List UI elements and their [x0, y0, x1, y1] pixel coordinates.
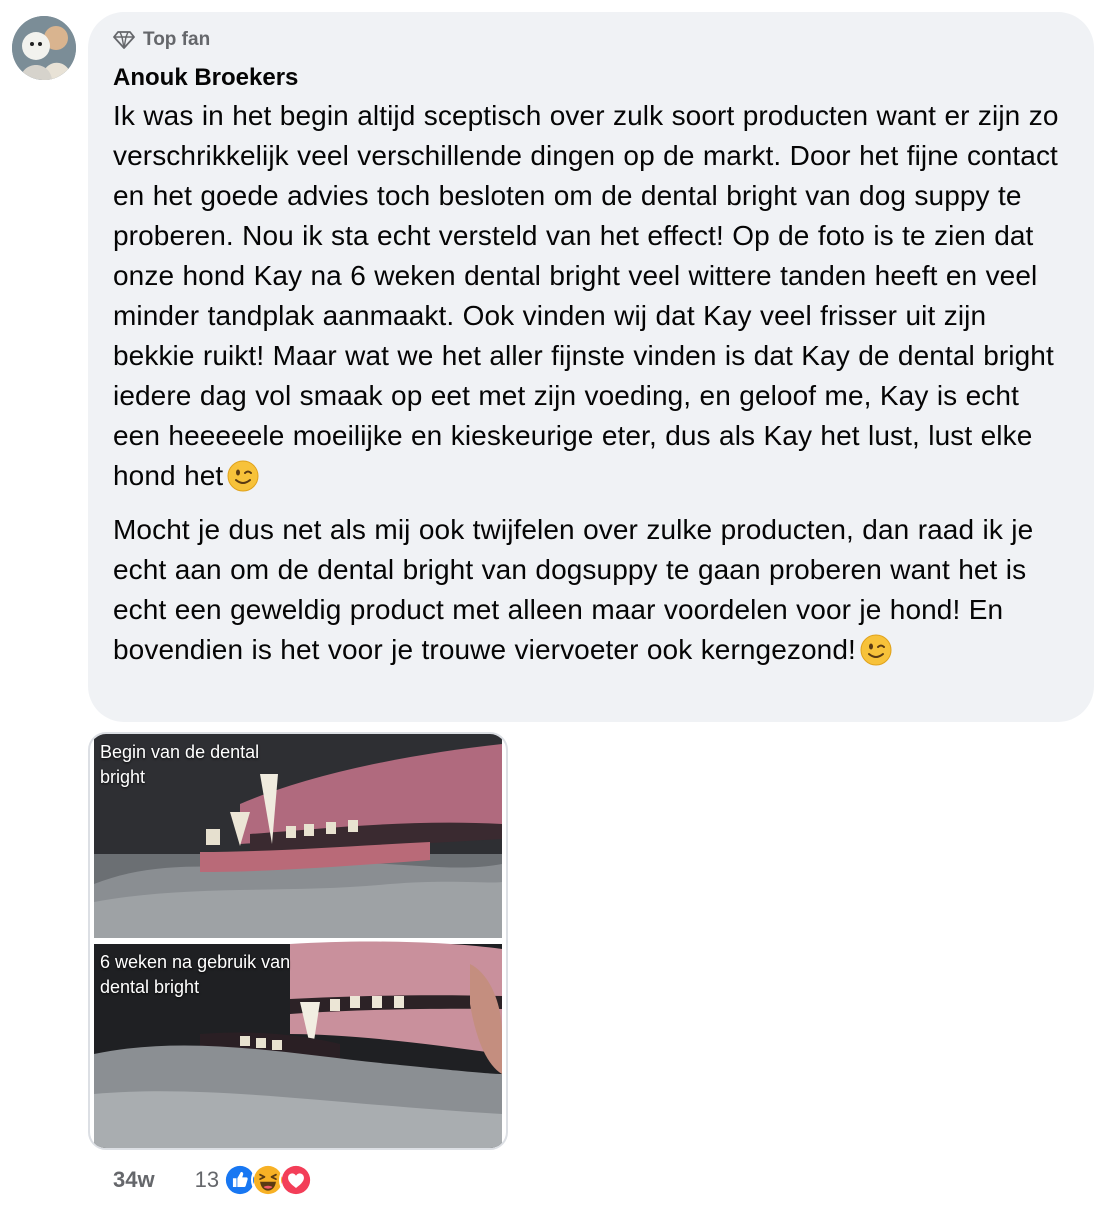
reaction-count[interactable]: 13 — [195, 1167, 219, 1193]
comment-bubble: Top fan Anouk Broekers Ik was in het beg… — [88, 12, 1094, 722]
caption-before: Begin van de dental bright — [100, 740, 259, 790]
diamond-icon — [113, 31, 135, 49]
avatar[interactable] — [12, 16, 76, 80]
reaction-icons[interactable] — [221, 1163, 314, 1197]
author-name[interactable]: Anouk Broekers — [113, 64, 1070, 92]
wink-emoji-icon — [860, 634, 892, 666]
caption-before-line1: Begin van de dental — [100, 742, 260, 762]
wink-emoji-icon — [227, 460, 259, 492]
timestamp[interactable]: 34w — [113, 1167, 155, 1193]
caption-after-line1: 6 weken na gebruik van — [100, 952, 291, 972]
comment-text-2: Mocht je dus net als mij ook twijfelen o… — [113, 514, 1034, 665]
top-fan-label: Top fan — [143, 29, 211, 50]
comment-text-1: Ik was in het begin altijd sceptisch ove… — [113, 100, 1059, 491]
caption-after: 6 weken na gebruik van dental bright — [100, 950, 290, 1000]
comment-paragraph-2: Mocht je dus net als mij ook twijfelen o… — [113, 510, 1070, 670]
caption-before-line2: bright — [100, 767, 146, 787]
comment-footer: 34w 13 — [113, 1160, 314, 1200]
top-fan-badge[interactable]: Top fan — [113, 28, 1070, 52]
caption-after-line2: dental bright — [100, 977, 200, 997]
comment-paragraph-1: Ik was in het begin altijd sceptisch ove… — [113, 96, 1070, 496]
love-icon — [279, 1163, 314, 1197]
dog-teeth-photo — [94, 734, 502, 1148]
attached-photo[interactable]: Begin van de dental bright 6 weken na ge… — [88, 732, 508, 1150]
